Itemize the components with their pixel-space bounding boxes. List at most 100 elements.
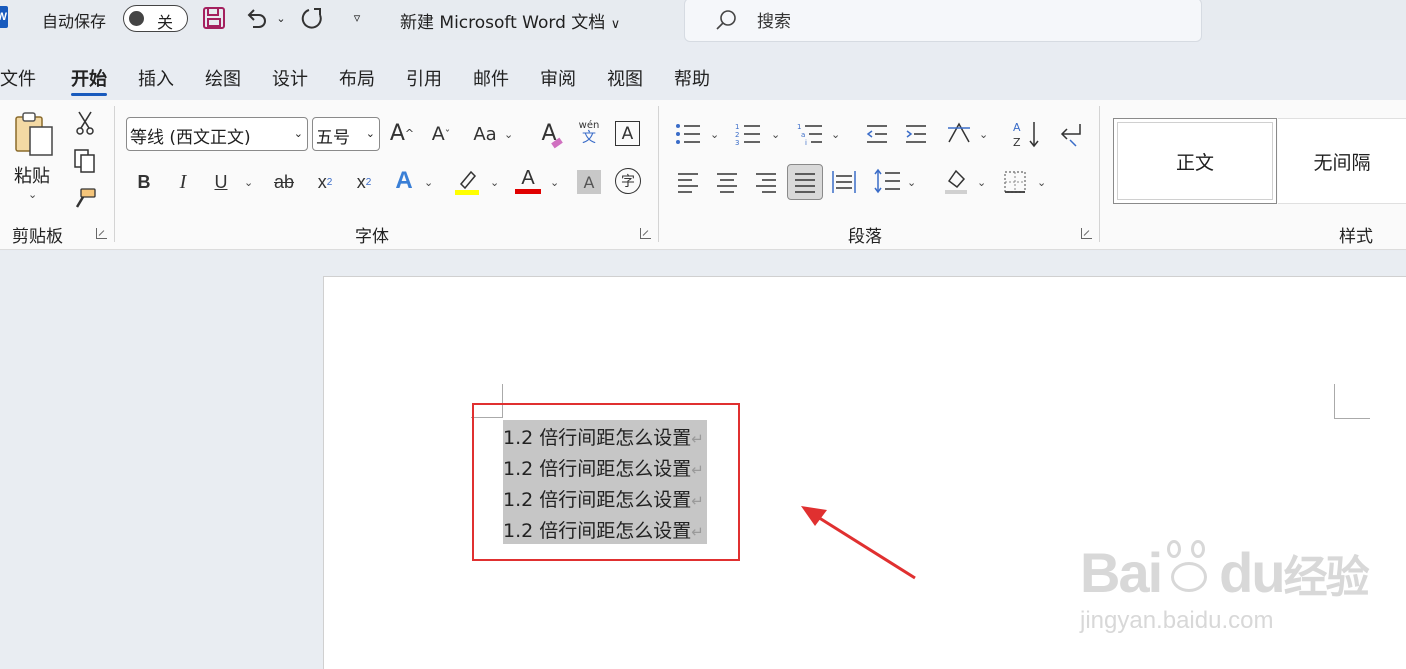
underline-chevron-icon[interactable]: ⌄: [244, 176, 253, 189]
watermark-bai: Bai: [1080, 541, 1163, 604]
tab-mailings[interactable]: 邮件: [473, 65, 509, 91]
watermark-cn: 经验: [1283, 553, 1370, 602]
tab-draw[interactable]: 绘图: [205, 65, 241, 91]
paste-icon[interactable]: [12, 110, 56, 160]
clipboard-group-label: 剪贴板: [12, 227, 63, 247]
increase-indent-icon[interactable]: [903, 120, 929, 148]
line-spacing-chevron-icon[interactable]: ⌄: [907, 176, 916, 189]
tab-home[interactable]: 开始: [71, 65, 107, 96]
bullets-chevron-icon[interactable]: ⌄: [710, 128, 719, 141]
tab-file[interactable]: 文件: [0, 65, 36, 91]
title-bar: W 自动保存 关 ⌄ ▿ 新建 Microsoft Word 文档 ∨ 搜索: [0, 0, 1406, 42]
redo-icon[interactable]: [298, 4, 328, 32]
undo-icon[interactable]: [242, 4, 272, 32]
save-icon[interactable]: [200, 4, 228, 32]
clear-formatting-icon[interactable]: A: [534, 118, 564, 149]
decrease-indent-icon[interactable]: [864, 120, 890, 148]
highlight-color-icon[interactable]: [452, 166, 482, 196]
font-launcher-icon[interactable]: [640, 228, 651, 239]
font-group-label: 字体: [355, 227, 389, 247]
enclose-characters-icon[interactable]: 字: [615, 168, 641, 194]
show-hide-marks-icon[interactable]: [1055, 118, 1085, 150]
cut-icon[interactable]: [72, 110, 98, 136]
superscript-icon[interactable]: x2: [351, 168, 377, 196]
tab-help[interactable]: 帮助: [674, 65, 710, 91]
format-painter-icon[interactable]: [72, 186, 98, 212]
highlight-chevron-icon[interactable]: ⌄: [490, 176, 499, 189]
shrink-font-icon[interactable]: Aˇ: [428, 120, 454, 148]
subscript-icon[interactable]: x2: [312, 168, 338, 196]
chevron-down-icon: ⌄: [293, 127, 303, 140]
svg-text:i: i: [805, 139, 807, 146]
autosave-state: 关: [157, 13, 174, 32]
distributed-icon[interactable]: [830, 168, 858, 196]
style-normal[interactable]: 正文: [1113, 118, 1277, 204]
character-border-icon[interactable]: A: [615, 121, 640, 146]
borders-chevron-icon[interactable]: ⌄: [1037, 176, 1046, 189]
font-color-chevron-icon[interactable]: ⌄: [550, 176, 559, 189]
chevron-down-icon: ⌄: [365, 127, 375, 140]
phonetic-guide-char: 文: [582, 130, 596, 146]
chinese-layout-icon[interactable]: [945, 118, 973, 148]
tab-insert[interactable]: 插入: [138, 65, 174, 91]
paragraph-shading-icon[interactable]: [941, 166, 971, 196]
align-left-icon[interactable]: [674, 168, 702, 196]
change-case-icon[interactable]: Aa: [468, 120, 502, 148]
bold-icon[interactable]: B: [133, 168, 155, 196]
customize-toolbar-icon[interactable]: ▿: [348, 4, 366, 32]
style-no-spacing[interactable]: 无间隔: [1278, 118, 1406, 204]
tab-references[interactable]: 引用: [406, 65, 442, 91]
borders-icon[interactable]: [1001, 168, 1029, 196]
watermark-brand: Bai du经验: [1080, 540, 1370, 605]
annotation-arrow-icon: [801, 506, 916, 580]
tab-view[interactable]: 视图: [607, 65, 643, 91]
paragraph-group-label: 段落: [848, 227, 882, 247]
watermark-du: du: [1219, 541, 1285, 604]
group-divider: [1099, 106, 1100, 242]
group-divider: [658, 106, 659, 242]
multilevel-chevron-icon[interactable]: ⌄: [831, 128, 840, 141]
paste-label[interactable]: 粘贴: [14, 162, 50, 188]
italic-icon[interactable]: I: [172, 168, 194, 196]
ribbon-home: 粘贴 ⌄ 剪贴板 等线 (西文正文) ⌄ 五号 ⌄ A ^ Aˇ Aa ⌄ A w…: [0, 100, 1406, 250]
align-center-icon[interactable]: [713, 168, 741, 196]
numbering-icon[interactable]: 123: [734, 120, 762, 148]
document-title[interactable]: 新建 Microsoft Word 文档 ∨: [400, 8, 620, 33]
phonetic-guide-icon[interactable]: wén 文: [574, 116, 604, 150]
grow-font-icon[interactable]: A ^: [388, 118, 416, 148]
character-shading-icon[interactable]: A: [577, 170, 601, 194]
chinese-layout-chevron-icon[interactable]: ⌄: [979, 128, 988, 141]
margin-corner-mark: [1335, 418, 1370, 419]
undo-dropdown-chevron-icon[interactable]: ⌄: [274, 4, 288, 32]
underline-icon[interactable]: U: [210, 168, 232, 196]
multilevel-list-icon[interactable]: 1ai: [796, 120, 824, 148]
autosave-toggle[interactable]: 关: [123, 5, 188, 32]
copy-icon[interactable]: [72, 148, 98, 174]
font-size-select[interactable]: 五号 ⌄: [312, 117, 380, 151]
paragraph-launcher-icon[interactable]: [1081, 228, 1092, 239]
font-color-icon[interactable]: A: [514, 164, 542, 196]
text-effects-icon[interactable]: A: [390, 166, 418, 196]
svg-text:2: 2: [735, 131, 739, 139]
numbering-chevron-icon[interactable]: ⌄: [771, 128, 780, 141]
title-chevron-icon: ∨: [610, 17, 621, 32]
line-spacing-icon[interactable]: [872, 166, 902, 196]
paw-icon: [1161, 540, 1219, 596]
tab-design[interactable]: 设计: [272, 65, 308, 91]
clipboard-launcher-icon[interactable]: [96, 228, 107, 239]
change-case-chevron-icon[interactable]: ⌄: [504, 128, 513, 141]
align-right-icon[interactable]: [752, 168, 780, 196]
tab-review[interactable]: 审阅: [540, 65, 576, 91]
search-box[interactable]: 搜索: [684, 0, 1202, 42]
tab-layout[interactable]: 布局: [339, 65, 375, 91]
text-effects-chevron-icon[interactable]: ⌄: [424, 176, 433, 189]
style-normal-label: 正文: [1117, 122, 1273, 200]
shading-chevron-icon[interactable]: ⌄: [977, 176, 986, 189]
paste-dropdown-chevron-icon[interactable]: ⌄: [28, 188, 37, 201]
strikethrough-icon[interactable]: ab: [270, 168, 298, 196]
sort-icon[interactable]: AZ: [1012, 118, 1042, 150]
grow-font-glyph: A: [389, 120, 405, 146]
font-name-select[interactable]: 等线 (西文正文) ⌄: [126, 117, 308, 151]
bullets-icon[interactable]: [674, 120, 702, 148]
justify-icon[interactable]: [787, 164, 823, 200]
